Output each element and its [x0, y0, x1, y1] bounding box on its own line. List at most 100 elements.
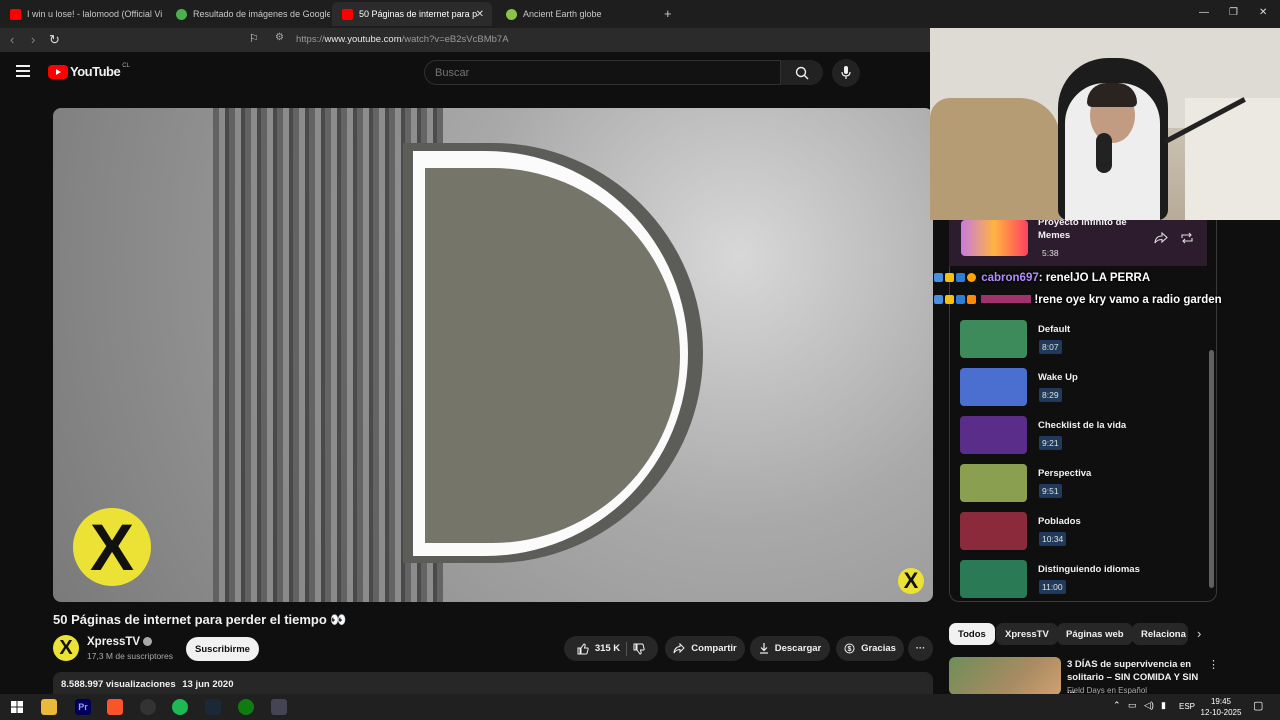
playlist-thumbnail — [961, 220, 1028, 256]
tab-ancient-earth[interactable]: Ancient Earth globe — [496, 2, 656, 26]
video-description-box[interactable]: 8.588.997 visualizaciones 13 jun 2020 — [53, 672, 933, 694]
notifications-icon[interactable]: ▢ — [1253, 699, 1263, 712]
view-count: 8.588.997 visualizaciones — [61, 679, 176, 690]
like-button[interactable]: 315 K — [577, 642, 621, 655]
site-settings-icon[interactable]: ⚙ — [275, 32, 284, 43]
webcam-hair — [1087, 83, 1137, 107]
xpresstv-watermark-icon: X — [898, 568, 924, 594]
playlist-item[interactable]: Poblados 10:34 — [960, 512, 1205, 554]
more-vert-icon[interactable]: ⋮ — [1208, 658, 1219, 671]
tab-title: Ancient Earth globe — [523, 9, 602, 19]
thumbs-up-icon — [577, 642, 589, 654]
reload-icon[interactable]: ↻ — [49, 32, 60, 48]
download-icon — [759, 643, 768, 654]
subscribe-button[interactable]: Suscribirme — [186, 637, 259, 661]
playlist-item[interactable]: Distinguiendo idiomas 11:00 — [960, 560, 1205, 602]
loop-icon[interactable] — [1180, 232, 1194, 244]
maximize-icon[interactable]: ❐ — [1229, 7, 1238, 18]
share-icon — [673, 643, 686, 654]
tab-active-video[interactable]: 50 Páginas de internet para p ✕ — [332, 2, 492, 26]
app-icon[interactable] — [140, 699, 156, 715]
recommended-thumbnail[interactable] — [949, 657, 1061, 695]
search-input[interactable] — [424, 60, 781, 85]
playlist-item[interactable]: Checklist de la vida 9:21 — [960, 416, 1205, 458]
network-icon[interactable]: ▭ — [1128, 700, 1137, 711]
close-tab-icon[interactable]: ✕ — [476, 9, 484, 20]
chip-relacionados[interactable]: Relaciona — [1132, 623, 1188, 645]
playlist-item-title: Distinguiendo idiomas — [1038, 564, 1140, 575]
window-close-icon[interactable]: ✕ — [1259, 7, 1267, 18]
playlist-current-item[interactable]: Proyecto infinito de Memes 5:38 — [949, 217, 1207, 266]
channel-name[interactable]: XpressTV — [87, 636, 153, 648]
more-icon: ··· — [915, 643, 926, 654]
chat-message: cabron697: renelJO LA PERRA — [934, 272, 1150, 284]
file-explorer-icon[interactable] — [41, 699, 57, 715]
playlist-item-duration: 11:00 — [1039, 580, 1066, 594]
webcam-overlay — [930, 28, 1280, 220]
badge-icon — [967, 295, 976, 304]
playlist-item[interactable]: Perspectiva 9:51 — [960, 464, 1205, 506]
tab-lalomood[interactable]: I win u lose! - lalomood (Official Visu — [0, 2, 162, 26]
video-player[interactable]: X X — [53, 108, 933, 602]
back-icon[interactable]: ‹ — [10, 32, 14, 47]
volume-icon[interactable]: ◁) — [1144, 700, 1154, 711]
more-actions-button[interactable]: ··· — [908, 636, 933, 661]
playlist-thumbnail — [960, 416, 1027, 454]
like-dislike-group: 315 K — [564, 636, 658, 661]
microphone-tray-icon[interactable]: ▮ — [1161, 700, 1166, 711]
url-field[interactable]: https://www.youtube.com/watch?v=eB2sVcBM… — [296, 34, 509, 45]
playlist-item-duration: 9:21 — [1039, 436, 1062, 450]
share-button[interactable]: Compartir — [665, 636, 745, 661]
spotify-icon[interactable] — [172, 699, 188, 715]
chip-todos[interactable]: Todos — [949, 623, 995, 645]
video-title: 50 Páginas de internet para perder el ti… — [53, 612, 347, 627]
channel-avatar[interactable]: X — [53, 635, 79, 661]
brave-browser-icon[interactable] — [107, 699, 123, 715]
playlist-item[interactable]: Wake Up 8:29 — [960, 368, 1205, 410]
playlist-item-duration: 9:51 — [1039, 484, 1062, 498]
windows-start-icon[interactable] — [9, 699, 25, 715]
tab-google-images[interactable]: Resultado de imágenes de Google — [166, 2, 330, 26]
download-button[interactable]: Descargar — [750, 636, 830, 661]
thanks-label: Gracias — [861, 643, 896, 654]
like-count: 315 K — [594, 643, 621, 654]
system-clock[interactable]: 19:45 12-10-2025 — [1196, 696, 1246, 718]
thanks-button[interactable]: $ Gracias — [836, 636, 904, 661]
super-thanks-icon: $ — [844, 643, 855, 654]
region-code: CL — [122, 62, 130, 69]
language-indicator[interactable]: ESP — [1179, 702, 1195, 711]
chat-username: cabron697 — [981, 272, 1039, 284]
like-divider — [626, 641, 628, 656]
voice-search-button[interactable] — [832, 59, 860, 87]
xbox-icon[interactable] — [238, 699, 254, 715]
playlist-item-duration: 10:34 — [1039, 532, 1067, 546]
playlist-thumbnail — [960, 464, 1027, 502]
tray-chevron-icon[interactable]: ⌃ — [1113, 700, 1121, 711]
bookmark-icon[interactable]: ⚐ — [249, 32, 259, 45]
share-icon[interactable] — [1154, 232, 1168, 244]
app-window-icon[interactable] — [271, 699, 287, 715]
premiere-pro-icon[interactable]: Pr — [75, 699, 91, 715]
crown-icon — [945, 273, 954, 282]
url-prefix: https:// — [296, 34, 325, 45]
youtube-header: YouTube CL — [0, 52, 930, 94]
playlist-item[interactable]: Default 8:07 — [960, 320, 1205, 362]
hamburger-menu-icon[interactable] — [16, 65, 30, 77]
chat-username-redacted — [981, 295, 1032, 303]
forward-icon[interactable]: › — [31, 32, 35, 47]
thumbs-down-icon[interactable] — [633, 643, 645, 655]
minimize-icon[interactable]: — — [1199, 7, 1209, 18]
playlist-scrollbar[interactable] — [1209, 350, 1214, 588]
chevron-right-icon[interactable]: › — [1197, 626, 1201, 641]
chip-paginas-web[interactable]: Páginas web — [1057, 623, 1133, 645]
channel-name-text: XpressTV — [87, 636, 141, 648]
logo-text: YouTube — [70, 64, 121, 79]
new-tab-button[interactable]: + — [664, 6, 672, 21]
webcam-bed — [930, 98, 1060, 220]
youtube-logo[interactable]: YouTube CL — [48, 62, 130, 79]
chip-xpresstv[interactable]: XpressTV — [996, 623, 1058, 645]
url-host: www.youtube.com — [324, 34, 402, 45]
steam-icon[interactable] — [205, 699, 221, 715]
search-button[interactable] — [781, 60, 823, 85]
microphone-icon — [841, 66, 851, 79]
